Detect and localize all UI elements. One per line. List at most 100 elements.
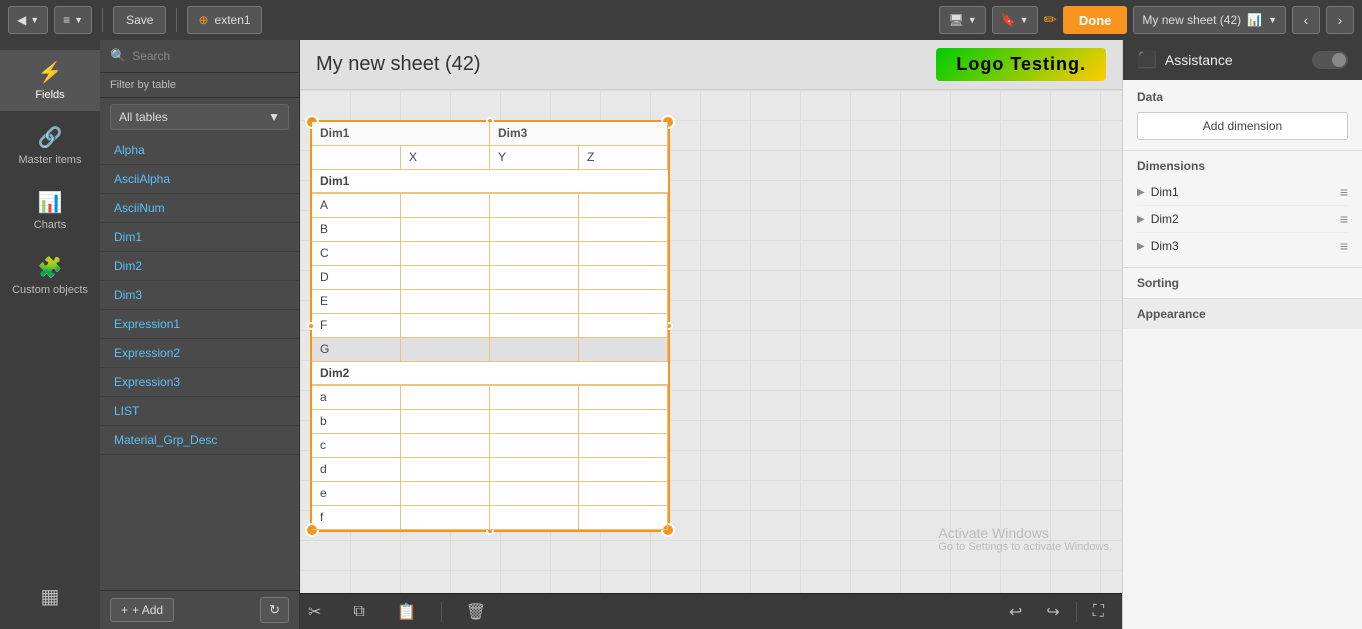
prev-sheet-btn[interactable]: ‹ <box>1292 6 1320 34</box>
cell-e2-y <box>490 482 579 506</box>
charts-label: Charts <box>34 219 66 231</box>
add-field-button[interactable]: + + Add <box>110 598 174 622</box>
sidebar-item-fields[interactable]: ⚡ Fields <box>0 50 100 111</box>
field-item-material[interactable]: Material_Grp_Desc <box>100 426 299 455</box>
cell-a-x <box>401 194 490 218</box>
cell-c: C <box>312 242 401 266</box>
cell-d2-y <box>490 458 579 482</box>
field-item-dim3[interactable]: Dim3 <box>100 281 299 310</box>
cell-a2-z <box>579 386 668 410</box>
cell-a2-x <box>401 386 490 410</box>
field-item-asciialpha[interactable]: AsciiAlpha <box>100 165 299 194</box>
cell-g-z <box>579 338 668 362</box>
done-button[interactable]: Done <box>1063 6 1128 34</box>
assistance-toggle[interactable] <box>1312 51 1348 69</box>
field-item-list[interactable]: LIST <box>100 397 299 426</box>
field-item-asciinum[interactable]: AsciiNum <box>100 194 299 223</box>
field-item-expression2[interactable]: Expression2 <box>100 339 299 368</box>
left-nav: ⚡ Fields 🔗 Master items 📊 Charts 🧩 Custo… <box>0 40 100 629</box>
pivot-row-f2: f <box>312 506 668 530</box>
dimensions-title: Dimensions <box>1137 159 1348 173</box>
canvas-title: My new sheet (42) <box>316 53 481 76</box>
table-select[interactable]: All tables ▼ <box>110 104 289 130</box>
bookmark-btn[interactable]: 🔖 ▼ <box>992 6 1038 34</box>
field-item-alpha[interactable]: Alpha <box>100 136 299 165</box>
cell-f2-x <box>401 506 490 530</box>
field-item-expression3[interactable]: Expression3 <box>100 368 299 397</box>
display-down: ▼ <box>968 15 977 25</box>
sorting-title: Sorting <box>1137 276 1348 290</box>
sidebar-item-table[interactable]: ▦ <box>0 574 100 619</box>
down-icon2: ▼ <box>74 15 83 25</box>
delete-button[interactable]: 🗑 <box>458 598 494 626</box>
pivot-row-b2: b <box>312 410 668 434</box>
sidebar-item-custom-objects[interactable]: 🧩 Custom objects <box>0 245 100 306</box>
custom-objects-icon: 🧩 <box>38 255 63 280</box>
pivot-header-row: Dim1 Dim3 <box>312 122 668 146</box>
display-btn[interactable]: 🖥 ▼ <box>939 6 985 34</box>
search-input[interactable] <box>132 49 289 63</box>
dim1-menu-icon[interactable]: ≡ <box>1340 184 1348 200</box>
custom-objects-label: Custom objects <box>12 284 88 296</box>
nav-bottom: ▦ <box>0 574 100 629</box>
plus-icon: + <box>121 603 128 617</box>
dimension-item-dim3[interactable]: ▶ Dim3 ≡ <box>1137 233 1348 259</box>
cell-d-x <box>401 266 490 290</box>
pivot-row-a2: a <box>312 386 668 410</box>
fullscreen-button[interactable]: ⛶ <box>1085 599 1112 625</box>
assistance-title: Assistance <box>1165 52 1233 68</box>
add-dimension-button[interactable]: Add dimension <box>1137 112 1348 140</box>
down-icon: ▼ <box>30 15 39 25</box>
refresh-button[interactable]: ↻ <box>260 597 289 623</box>
cell-d-z <box>579 266 668 290</box>
field-item-expression1[interactable]: Expression1 <box>100 310 299 339</box>
toolbar-sep <box>441 602 442 622</box>
save-button[interactable]: Save <box>113 6 166 34</box>
pivot-row-e: E <box>312 290 668 314</box>
top-bar-right: 🖥 ▼ 🔖 ▼ ✏ Done My new sheet (42) 📊 ▼ ‹ › <box>939 6 1354 34</box>
cell-c2-y <box>490 434 579 458</box>
dim2-section: Dim2 <box>312 362 668 386</box>
pivot-inner: Dim1 Dim3 X Y Z Dim1 <box>312 122 668 530</box>
field-item-dim2[interactable]: Dim2 <box>100 252 299 281</box>
next-sheet-btn[interactable]: › <box>1326 6 1354 34</box>
undo-button[interactable]: ↩ <box>1001 598 1030 626</box>
dim2-section-label: Dim2 <box>312 362 668 385</box>
cell-f2: f <box>312 506 401 530</box>
dimension-item-dim1[interactable]: ▶ Dim1 ≡ <box>1137 179 1348 206</box>
field-item-dim1[interactable]: Dim1 <box>100 223 299 252</box>
list-btn[interactable]: ≡ ▼ <box>54 6 92 34</box>
redo-button[interactable]: ↪ <box>1038 598 1067 626</box>
search-icon: 🔍 <box>110 48 126 64</box>
toolbar-sep2 <box>1076 602 1077 622</box>
activate-title: Activate Windows <box>938 525 1112 541</box>
copy-button[interactable]: ⧉ <box>345 599 372 625</box>
dim2-expand-icon: ▶ <box>1137 214 1145 225</box>
appearance-section: Appearance <box>1123 299 1362 329</box>
list-icon: ≡ <box>63 13 70 27</box>
sheet-name-btn[interactable]: My new sheet (42) 📊 ▼ <box>1133 6 1286 34</box>
bottom-toolbar: ✂ ⧉ 📋 🗑 ↩ ↪ ⛶ <box>300 593 1122 629</box>
pivot-row-f: F <box>312 314 668 338</box>
dim1-name: Dim1 <box>1151 185 1334 199</box>
right-panel-header: ⬛ Assistance <box>1123 40 1362 80</box>
charts-icon: 📊 <box>38 190 63 215</box>
dimension-item-dim2[interactable]: ▶ Dim2 ≡ <box>1137 206 1348 233</box>
cell-f: F <box>312 314 401 338</box>
sidebar-item-charts[interactable]: 📊 Charts <box>0 180 100 241</box>
fields-panel: 🔍 Filter by table All tables ▼ Alpha Asc… <box>100 40 300 629</box>
cut-button[interactable]: ✂ <box>300 598 329 626</box>
paste-button[interactable]: 📋 <box>389 598 425 626</box>
sidebar-item-master-items[interactable]: 🔗 Master items <box>0 115 100 176</box>
pivot-table[interactable]: Dim1 Dim3 X Y Z Dim1 <box>310 120 670 532</box>
dim3-menu-icon[interactable]: ≡ <box>1340 238 1348 254</box>
cell-b-x <box>401 218 490 242</box>
dim2-menu-icon[interactable]: ≡ <box>1340 211 1348 227</box>
assistance-icon: ⬛ <box>1137 50 1157 70</box>
table-select-arrow: ▼ <box>268 110 280 124</box>
canvas-body[interactable]: Dim1 Dim3 X Y Z Dim1 <box>300 90 1122 593</box>
dimensions-section: Dimensions ▶ Dim1 ≡ ▶ Dim2 ≡ ▶ Dim3 ≡ <box>1123 151 1362 268</box>
back-btn[interactable]: ◀ ▼ <box>8 6 48 34</box>
pivot-dim1-header: Dim1 <box>312 122 490 146</box>
cell-b2-x <box>401 410 490 434</box>
